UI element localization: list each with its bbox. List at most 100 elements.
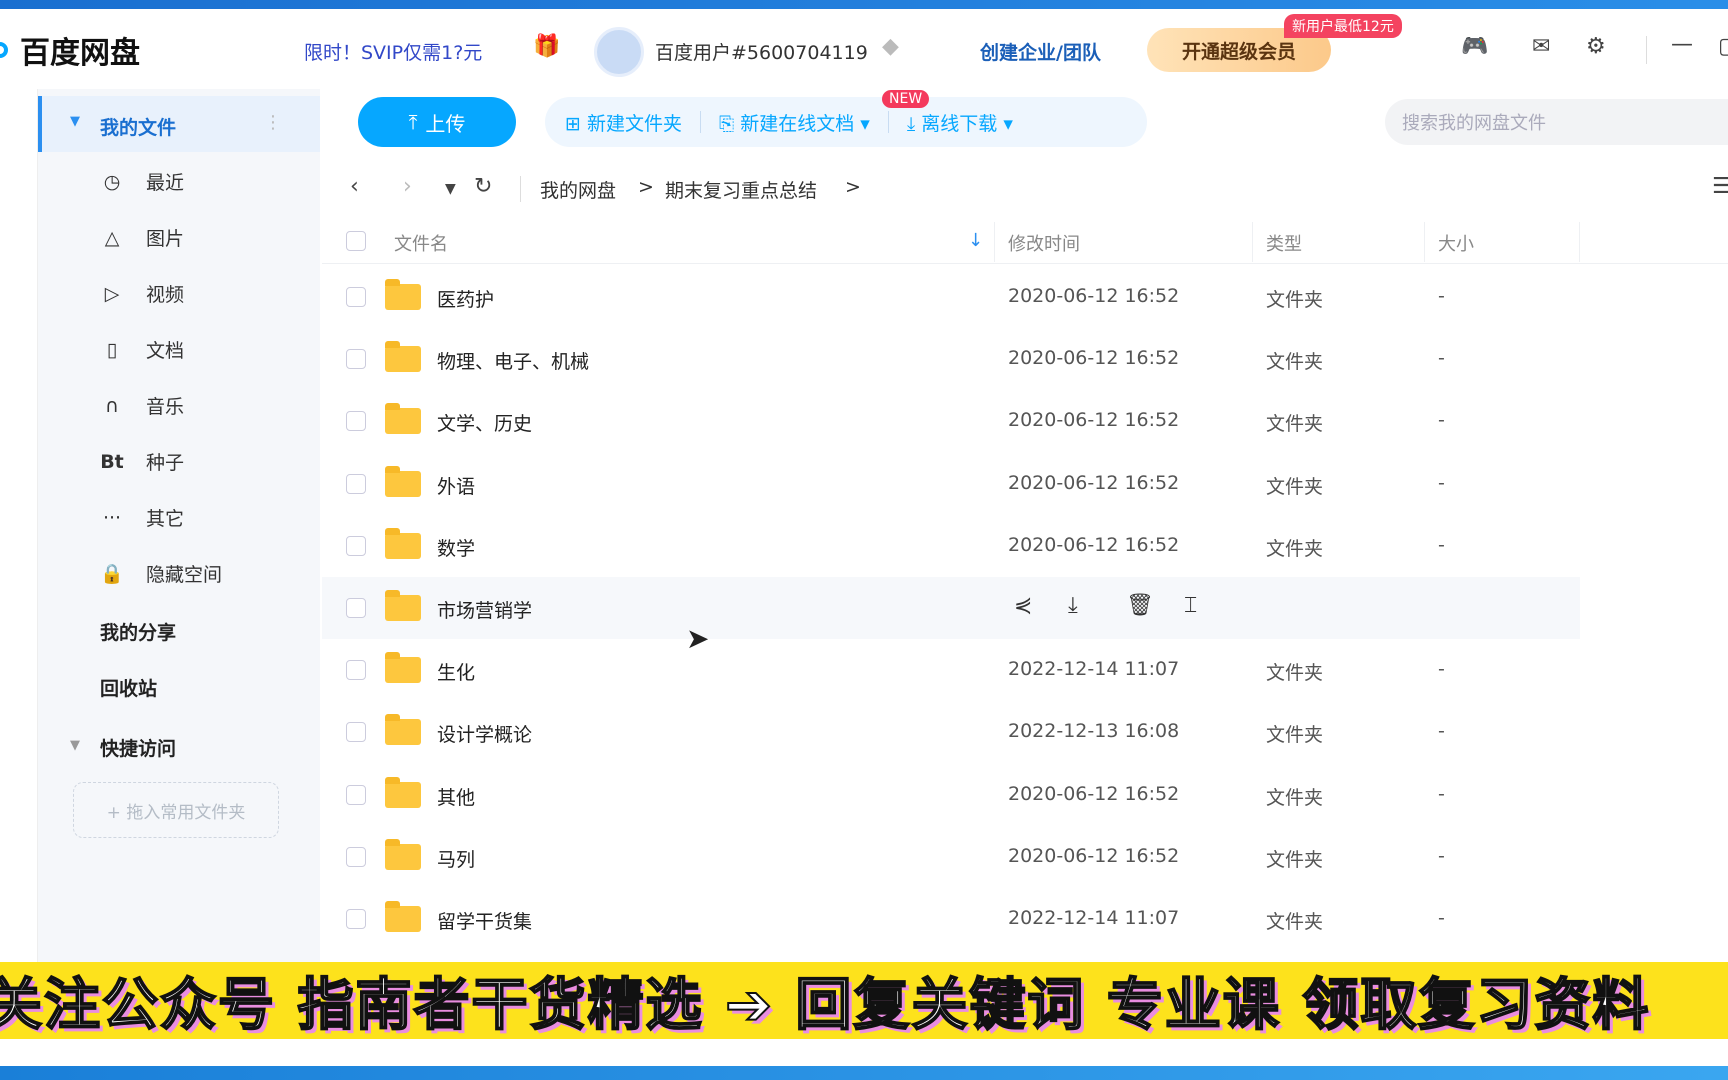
row-checkbox[interactable] bbox=[346, 473, 366, 494]
search-input[interactable]: 搜索我的网盘文件 bbox=[1385, 99, 1728, 145]
sidebar-item[interactable]: △ 图片 bbox=[100, 224, 184, 251]
settings-icon[interactable]: ⚙ bbox=[1586, 34, 1606, 59]
modified-time: 2022-12-14 11:07 bbox=[1008, 658, 1180, 681]
sidebar-item-label: 文档 bbox=[146, 340, 185, 362]
sidebar-item[interactable]: ··· 其它 bbox=[100, 504, 184, 531]
table-row[interactable]: 物理、电子、机械 2020-06-12 16:52 文件夹 - bbox=[322, 328, 1580, 390]
sidebar-item[interactable]: Bt 种子 bbox=[100, 448, 184, 475]
file-name[interactable]: 文学、历史 bbox=[437, 409, 532, 436]
folder-icon bbox=[385, 403, 421, 435]
row-checkbox[interactable] bbox=[346, 722, 366, 743]
new-doc-button[interactable]: ⎘ 新建在线文档 ▾ bbox=[719, 109, 870, 136]
file-name[interactable]: 设计学概论 bbox=[437, 720, 532, 747]
file-name[interactable]: 医药护 bbox=[437, 285, 494, 312]
share-icon[interactable]: ⋞ bbox=[1014, 593, 1032, 618]
game-icon[interactable]: 🎮 bbox=[1461, 34, 1488, 59]
sidebar-item[interactable]: ▷ 视频 bbox=[100, 280, 184, 307]
sidebar-item[interactable]: ◷ 最近 bbox=[100, 168, 184, 195]
play-icon: ▷ bbox=[104, 282, 120, 305]
file-type: 文件夹 bbox=[1266, 724, 1324, 747]
quick-access-dropzone[interactable]: + 拖入常用文件夹 bbox=[73, 782, 279, 838]
row-checkbox[interactable] bbox=[346, 411, 366, 432]
sidebar-item[interactable]: ▯ 文档 bbox=[100, 336, 184, 363]
sort-desc-icon[interactable]: ↓ bbox=[968, 230, 983, 251]
avatar[interactable] bbox=[594, 27, 644, 77]
column-size[interactable]: 大小 bbox=[1438, 230, 1474, 256]
my-files-label[interactable]: 我的文件 bbox=[100, 113, 176, 140]
caret-down-icon[interactable]: ▼ bbox=[70, 114, 80, 129]
file-size: - bbox=[1438, 720, 1445, 743]
folder-icon bbox=[385, 465, 421, 497]
select-all-checkbox[interactable] bbox=[346, 231, 366, 251]
row-checkbox[interactable] bbox=[346, 287, 366, 307]
svip-promo-link[interactable]: 限时！SVIP仅需1?元 bbox=[304, 38, 482, 65]
file-name[interactable]: 市场营销学 bbox=[437, 596, 532, 623]
clock-icon: ◷ bbox=[103, 170, 121, 193]
file-name[interactable]: 其他 bbox=[437, 783, 475, 810]
row-checkbox[interactable] bbox=[346, 784, 366, 805]
row-checkbox[interactable] bbox=[346, 598, 366, 618]
sidebar-item-recycle[interactable]: 回收站 bbox=[100, 674, 157, 701]
column-divider[interactable] bbox=[1424, 222, 1425, 262]
column-modified[interactable]: 修改时间 bbox=[1008, 230, 1080, 256]
column-divider[interactable] bbox=[994, 222, 995, 262]
modified-time: 2022-12-13 16:08 bbox=[1008, 720, 1180, 743]
table-row[interactable]: 医药护 2020-06-12 16:52 文件夹 - bbox=[322, 266, 1580, 328]
row-checkbox[interactable] bbox=[346, 660, 366, 681]
file-name[interactable]: 留学干货集 bbox=[437, 907, 532, 934]
breadcrumb-current[interactable]: 期末复习重点总结 bbox=[665, 176, 817, 203]
table-row[interactable]: 设计学概论 2022-12-13 16:08 文件夹 - bbox=[322, 701, 1580, 763]
more-vertical-icon[interactable]: ⋮ bbox=[264, 112, 282, 133]
caret-down-icon[interactable]: ▼ bbox=[70, 738, 80, 753]
table-row[interactable]: 文学、历史 2020-06-12 16:52 文件夹 - bbox=[322, 390, 1580, 452]
gift-icon[interactable]: 🎁 bbox=[533, 34, 560, 59]
table-row[interactable]: 马列 2020-06-12 16:52 文件夹 - bbox=[322, 826, 1580, 888]
delete-icon[interactable]: 🗑 bbox=[1126, 593, 1154, 618]
column-name[interactable]: 文件名 bbox=[394, 230, 448, 256]
sidebar-item[interactable]: ∩ 音乐 bbox=[100, 392, 184, 419]
rename-icon[interactable]: ⌶ bbox=[1184, 593, 1197, 618]
breadcrumb-root[interactable]: 我的网盘 bbox=[540, 176, 616, 203]
refresh-icon[interactable]: ↻ bbox=[474, 174, 492, 199]
row-checkbox[interactable] bbox=[346, 846, 366, 867]
divider bbox=[1646, 36, 1647, 64]
promo-banner-text: 关注公众号 指南者干货精选 ➔ 回复关键词 专业课 领取复习资料 bbox=[0, 972, 1651, 1039]
file-name[interactable]: 外语 bbox=[437, 472, 475, 499]
minimize-icon[interactable]: — bbox=[1671, 32, 1693, 57]
quick-access-label[interactable]: 快捷访问 bbox=[100, 734, 176, 761]
file-type: 文件夹 bbox=[1266, 911, 1324, 933]
upload-button[interactable]: ⤒ 上传 bbox=[358, 97, 516, 147]
history-dropdown-icon[interactable]: ▼ bbox=[445, 181, 456, 197]
table-row[interactable]: 留学干货集 2022-12-14 11:07 文件夹 - bbox=[322, 888, 1580, 950]
sidebar-item-my-share[interactable]: 我的分享 bbox=[100, 618, 176, 645]
table-row[interactable]: 市场营销学 ⋞ ⤓ 🗑 ⌶ bbox=[322, 577, 1580, 639]
file-type: 文件夹 bbox=[1266, 475, 1324, 498]
back-icon[interactable]: ‹ bbox=[350, 174, 359, 199]
download-icon[interactable]: ⤓ bbox=[1068, 593, 1078, 618]
row-checkbox[interactable] bbox=[346, 909, 366, 929]
sidebar-item[interactable]: 🔒 隐藏空间 bbox=[100, 560, 222, 587]
table-row[interactable]: 其他 2020-06-12 16:52 文件夹 - bbox=[322, 764, 1580, 826]
file-name[interactable]: 生化 bbox=[437, 658, 475, 685]
row-checkbox[interactable] bbox=[346, 349, 366, 370]
file-name[interactable]: 物理、电子、机械 bbox=[437, 347, 589, 374]
mail-icon[interactable]: ✉ bbox=[1532, 34, 1550, 59]
new-folder-button[interactable]: ⊞ 新建文件夹 bbox=[565, 109, 682, 136]
username[interactable]: 百度用户#5600704119 bbox=[655, 38, 868, 65]
forward-icon[interactable]: › bbox=[403, 174, 412, 199]
row-checkbox[interactable] bbox=[346, 535, 366, 556]
divider bbox=[887, 111, 889, 133]
maximize-icon[interactable]: ▢ bbox=[1718, 34, 1728, 59]
create-enterprise-link[interactable]: 创建企业/团队 bbox=[980, 38, 1101, 65]
table-row[interactable]: 生化 2022-12-14 11:07 文件夹 - bbox=[322, 639, 1580, 701]
view-list-icon[interactable]: ☰ bbox=[1712, 174, 1728, 199]
table-row[interactable]: 外语 2020-06-12 16:52 文件夹 - bbox=[322, 453, 1580, 515]
new-doc-label: 新建在线文档 bbox=[740, 112, 855, 135]
file-name[interactable]: 数学 bbox=[437, 534, 475, 561]
table-row[interactable]: 数学 2020-06-12 16:52 文件夹 - bbox=[322, 515, 1580, 577]
new-badge: NEW bbox=[882, 90, 930, 108]
column-type[interactable]: 类型 bbox=[1266, 230, 1302, 256]
file-name[interactable]: 马列 bbox=[437, 845, 475, 872]
offline-download-button[interactable]: ⤓ 离线下载 ▾ bbox=[907, 109, 1013, 136]
column-divider[interactable] bbox=[1252, 222, 1253, 262]
